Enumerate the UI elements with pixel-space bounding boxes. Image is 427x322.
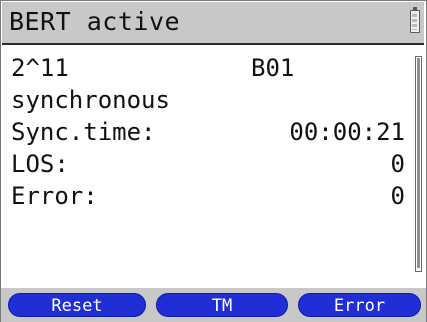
scrollbar-thumb[interactable] bbox=[417, 58, 420, 268]
sync-time-label: Sync.time: bbox=[11, 118, 156, 146]
bert-screen: BERT active 2^11 B01 synchronous Sync.ti… bbox=[0, 0, 427, 322]
battery-icon bbox=[410, 7, 420, 33]
error-row: Error: 0 bbox=[11, 181, 405, 212]
page-title: BERT active bbox=[9, 7, 181, 36]
pattern-value: 2^11 bbox=[11, 54, 69, 82]
status-row: synchronous bbox=[11, 85, 405, 116]
los-row: LOS: 0 bbox=[11, 149, 405, 180]
vertical-scrollbar[interactable] bbox=[415, 56, 422, 272]
pattern-channel-row: 2^11 B01 bbox=[11, 53, 405, 84]
sync-time-row: Sync.time: 00:00:21 bbox=[11, 117, 405, 148]
sync-status: synchronous bbox=[11, 86, 170, 114]
softkey-bar: Reset TM Error bbox=[1, 288, 426, 322]
sync-time-value: 00:00:21 bbox=[289, 118, 405, 146]
error-label: Error: bbox=[11, 182, 98, 210]
tm-button[interactable]: TM bbox=[156, 293, 288, 317]
los-value: 0 bbox=[390, 150, 405, 178]
channel-value: B01 bbox=[251, 54, 295, 82]
error-button[interactable]: Error bbox=[298, 293, 421, 317]
los-label: LOS: bbox=[11, 150, 69, 178]
error-value: 0 bbox=[390, 182, 405, 210]
reset-button[interactable]: Reset bbox=[8, 293, 146, 317]
title-bar: BERT active bbox=[2, 2, 424, 45]
bert-results-panel: 2^11 B01 synchronous Sync.time: 00:00:21… bbox=[1, 45, 406, 274]
